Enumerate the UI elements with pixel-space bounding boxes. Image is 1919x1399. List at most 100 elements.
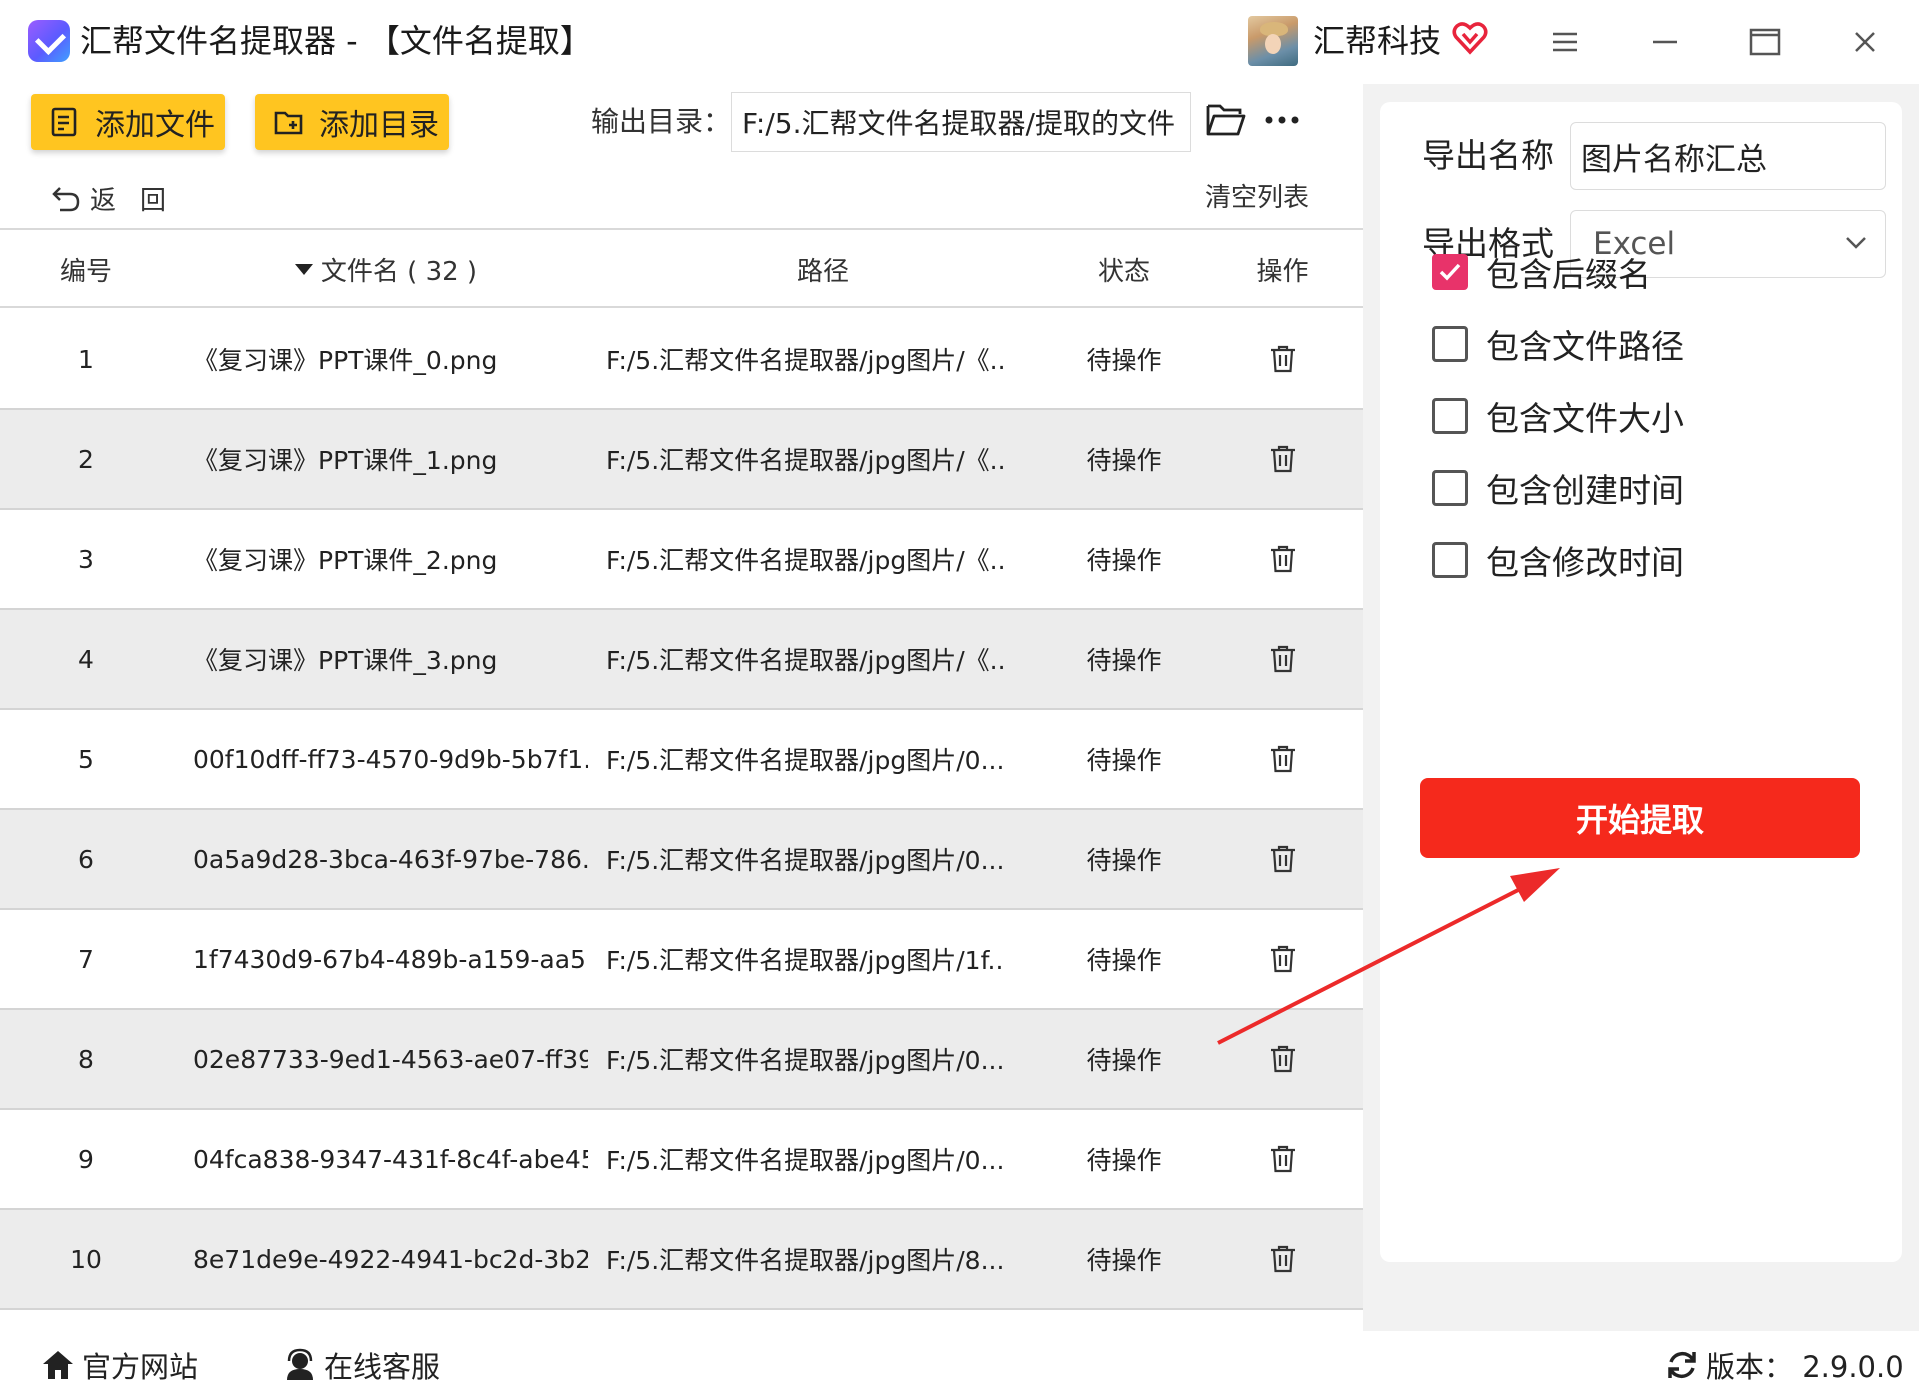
official-site-label: 官方网站	[82, 1350, 199, 1384]
table-header: 编号 文件名 ( 32 ) 路径 状态 操作	[0, 230, 1363, 308]
row-path: F:/5.汇帮文件名提取器/jpg图片/《...	[606, 546, 1006, 575]
table-row: 3 《复习课》PPT课件_2.png F:/5.汇帮文件名提取器/jpg图片/《..…	[0, 510, 1363, 610]
row-path: F:/5.汇帮文件名提取器/jpg图片/0...	[606, 1046, 1005, 1075]
close-icon[interactable]	[1845, 22, 1885, 62]
delete-trash-icon[interactable]	[1269, 944, 1297, 974]
table-row: 7 1f7430d9-67b4-489b-a159-aa5... F:/5.汇帮文件…	[0, 910, 1363, 1010]
clear-list-button[interactable]: 清空列表	[1205, 178, 1309, 218]
header-number: 编号	[59, 256, 112, 287]
table-row: 8 02e87733-9ed1-4563-ae07-ff39... F:/5.汇帮文…	[0, 1010, 1363, 1110]
row-filename: 《复习课》PPT课件_2.png	[193, 546, 498, 575]
add-file-icon	[51, 107, 77, 137]
row-operation	[1202, 610, 1363, 708]
checkbox-unchecked-icon[interactable]	[1432, 470, 1468, 506]
option-checkbox-4[interactable]: 包含创建时间	[1432, 466, 1684, 510]
row-status: 待操作	[1086, 746, 1162, 775]
row-number: 3	[78, 544, 94, 574]
table-row: 1 《复习课》PPT课件_0.png F:/5.汇帮文件名提取器/jpg图片/《..…	[0, 310, 1363, 410]
footer-bar: 官方网站 在线客服 版本： 2.9.0.0	[0, 1331, 1919, 1399]
row-filename: 《复习课》PPT课件_1.png	[193, 446, 498, 475]
row-filename: 0a5a9d28-3bca-463f-97be-786...	[193, 844, 588, 874]
row-operation	[1202, 1010, 1363, 1108]
row-path: F:/5.汇帮文件名提取器/jpg图片/《...	[606, 646, 1006, 675]
online-service-link[interactable]: 在线客服	[282, 1343, 440, 1387]
back-button[interactable]: 返回	[50, 178, 190, 218]
row-number: 4	[78, 644, 94, 674]
delete-trash-icon[interactable]	[1269, 544, 1297, 574]
row-number: 2	[78, 444, 94, 474]
option-checkbox-1[interactable]: 包含后缀名	[1432, 250, 1651, 294]
checkbox-checked-icon[interactable]	[1432, 254, 1468, 290]
version-info: 版本： 2.9.0.0	[1664, 1343, 1904, 1387]
refresh-icon	[1668, 1351, 1696, 1379]
row-status: 待操作	[1086, 946, 1162, 975]
table-row: 2 《复习课》PPT课件_1.png F:/5.汇帮文件名提取器/jpg图片/《..…	[0, 410, 1363, 510]
official-site-link[interactable]: 官方网站	[40, 1343, 198, 1387]
add-file-label: 添加文件	[95, 108, 215, 143]
user-avatar[interactable]	[1248, 16, 1298, 66]
row-path: F:/5.汇帮文件名提取器/jpg图片/《...	[606, 446, 1006, 475]
delete-trash-icon[interactable]	[1269, 444, 1297, 474]
maximize-icon[interactable]	[1745, 22, 1785, 62]
option-label: 包含后缀名	[1486, 255, 1651, 294]
brand-name: 汇帮科技	[1313, 22, 1442, 60]
add-folder-icon	[274, 111, 303, 135]
row-path: F:/5.汇帮文件名提取器/jpg图片/《...	[606, 346, 1006, 375]
option-checkbox-5[interactable]: 包含修改时间	[1432, 538, 1684, 582]
delete-trash-icon[interactable]	[1269, 744, 1297, 774]
more-options-icon[interactable]	[1262, 110, 1302, 130]
header-filename[interactable]: 文件名 ( 32 )	[172, 230, 600, 308]
row-path: F:/5.汇帮文件名提取器/jpg图片/0...	[606, 746, 1005, 775]
settings-panel: 导出名称 导出格式 Excel 包含后缀名包含文件路径包含文件大小包含创建时间包…	[1380, 102, 1902, 1262]
add-file-button[interactable]: 添加文件	[31, 94, 225, 150]
row-number: 8	[78, 1044, 94, 1074]
row-operation	[1202, 710, 1363, 808]
title-bar: 汇帮文件名提取器 - 【文件名提取】 汇帮科技	[0, 0, 1919, 84]
delete-trash-icon[interactable]	[1269, 344, 1297, 374]
delete-trash-icon[interactable]	[1269, 844, 1297, 874]
checkbox-unchecked-icon[interactable]	[1432, 398, 1468, 434]
row-filename: 《复习课》PPT课件_3.png	[193, 646, 498, 675]
option-label: 包含修改时间	[1486, 543, 1684, 582]
row-operation	[1202, 410, 1363, 508]
customer-service-icon	[287, 1348, 313, 1380]
option-checkbox-2[interactable]: 包含文件路径	[1432, 322, 1684, 366]
row-status: 待操作	[1086, 1146, 1162, 1175]
option-checkbox-3[interactable]: 包含文件大小	[1432, 394, 1684, 438]
row-number: 9	[78, 1144, 94, 1174]
row-path: F:/5.汇帮文件名提取器/jpg图片/1f...	[606, 946, 1006, 975]
minimize-icon[interactable]	[1645, 22, 1685, 62]
add-directory-label: 添加目录	[319, 108, 439, 143]
delete-trash-icon[interactable]	[1269, 1244, 1297, 1274]
row-number: 6	[78, 844, 94, 874]
row-filename: 04fca838-9347-431f-8c4f-abe45...	[193, 1144, 588, 1174]
row-status: 待操作	[1086, 446, 1162, 475]
delete-trash-icon[interactable]	[1269, 1044, 1297, 1074]
open-folder-icon[interactable]	[1205, 100, 1247, 140]
delete-trash-icon[interactable]	[1269, 644, 1297, 674]
vip-heart-icon[interactable]	[1452, 20, 1488, 56]
start-extract-button[interactable]: 开始提取	[1420, 778, 1860, 858]
checkbox-unchecked-icon[interactable]	[1432, 326, 1468, 362]
add-directory-button[interactable]: 添加目录	[255, 94, 449, 150]
row-path: F:/5.汇帮文件名提取器/jpg图片/0...	[606, 846, 1005, 875]
menu-icon[interactable]	[1545, 22, 1585, 62]
file-table-body: 1 《复习课》PPT课件_0.png F:/5.汇帮文件名提取器/jpg图片/《..…	[0, 310, 1363, 1310]
header-operation: 操作	[1256, 256, 1309, 287]
row-number: 10	[70, 1244, 102, 1274]
online-service-label: 在线客服	[324, 1350, 441, 1384]
row-operation	[1202, 810, 1363, 908]
row-operation	[1202, 910, 1363, 1008]
back-label: 返回	[90, 185, 191, 216]
row-operation	[1202, 1110, 1363, 1208]
header-path: 路径	[796, 256, 849, 287]
table-row: 9 04fca838-9347-431f-8c4f-abe45... F:/5.汇帮…	[0, 1110, 1363, 1210]
output-dir-input[interactable]	[731, 92, 1191, 152]
export-name-input[interactable]	[1570, 122, 1886, 190]
row-filename: 8e71de9e-4922-4941-bc2d-3b2...	[193, 1244, 588, 1274]
delete-trash-icon[interactable]	[1269, 1144, 1297, 1174]
checkbox-unchecked-icon[interactable]	[1432, 542, 1468, 578]
row-operation	[1202, 310, 1363, 408]
row-status: 待操作	[1086, 646, 1162, 675]
row-filename: 02e87733-9ed1-4563-ae07-ff39...	[193, 1044, 588, 1074]
